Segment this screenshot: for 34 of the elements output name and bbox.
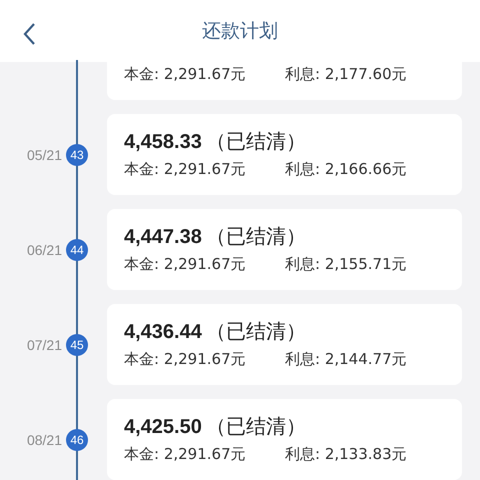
payment-card[interactable]: 4,425.50 （已结清） 本金: 2,291.67元 利息: 2,133.83元 (107, 399, 462, 480)
status-text: （已结清） (206, 223, 306, 249)
principal-text: 本金: 2,291.67元 (124, 254, 247, 275)
period-badge: 45 (66, 334, 88, 356)
interest-text: 利息: 2,144.77元 (285, 349, 407, 370)
status-text: （已结清） (206, 128, 306, 154)
date-label: 07/21 (26, 336, 63, 352)
period-badge: 46 (66, 428, 88, 450)
status-text: （已结清） (206, 413, 306, 439)
interest-text: 利息: 2,166.66元 (285, 159, 407, 180)
interest-text: 利息: 2,177.60元 (285, 64, 407, 85)
amount-text: 4,447.38 (124, 225, 202, 250)
amount-text: 4,436.44 (124, 320, 202, 345)
principal-text: 本金: 2,291.67元 (124, 349, 247, 370)
payment-card[interactable]: 4,458.33 （已结清） 本金: 2,291.67元 利息: 2,166.66元 (107, 114, 462, 195)
principal-text: 本金: 2,291.67元 (124, 444, 247, 465)
principal-text: 本金: 2,291.67元 (124, 64, 247, 85)
principal-text: 本金: 2,291.67元 (124, 159, 247, 180)
amount-text: 4,425.50 (124, 415, 202, 440)
payment-card[interactable]: 4,447.38 （已结清） 本金: 2,291.67元 利息: 2,155.71元 (107, 209, 462, 290)
back-icon (22, 22, 36, 46)
period-badge: 44 (66, 238, 88, 260)
page-title: 还款计划 (202, 19, 278, 44)
interest-text: 利息: 2,155.71元 (285, 254, 407, 275)
status-text: （已结清） (206, 318, 306, 344)
date-label: 06/21 (26, 242, 63, 258)
payment-card[interactable]: 4,436.44 （已结清） 本金: 2,291.67元 利息: 2,144.77元 (107, 304, 462, 385)
back-button[interactable] (22, 22, 36, 46)
date-label: 08/21 (26, 432, 63, 448)
interest-text: 利息: 2,133.83元 (285, 444, 407, 465)
payment-card[interactable]: 本金: 2,291.67元 利息: 2,177.60元 (107, 60, 462, 100)
date-label: 05/21 (26, 146, 63, 162)
period-badge: 43 (66, 144, 88, 166)
amount-text: 4,458.33 (124, 130, 202, 155)
